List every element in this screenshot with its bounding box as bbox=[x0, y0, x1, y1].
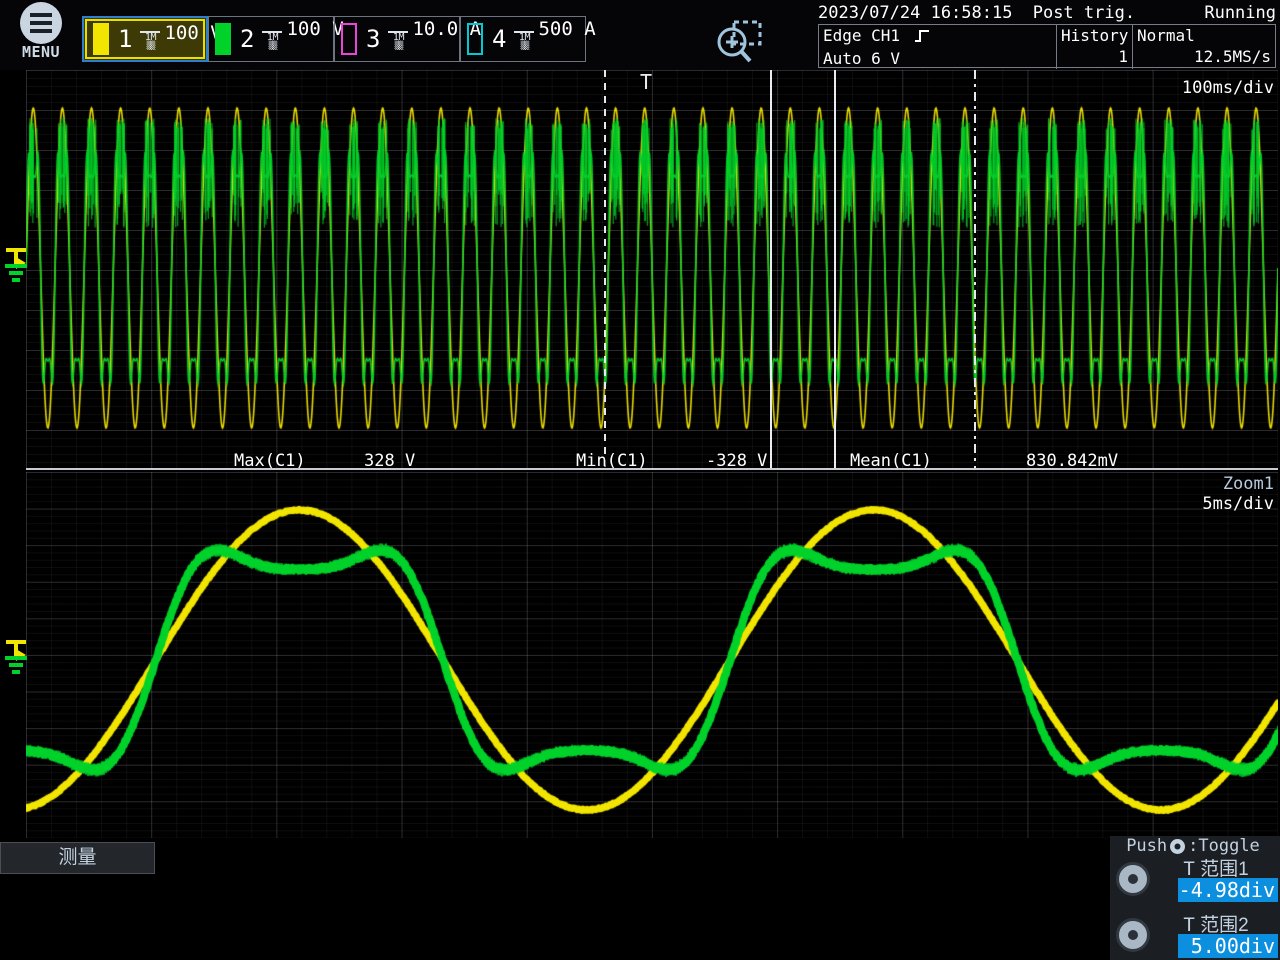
trigger-position-line[interactable] bbox=[604, 70, 606, 470]
knob-range1-value[interactable]: -4.98div bbox=[1178, 878, 1278, 902]
channel-badge-3[interactable]: 3 1M ▒▒ 10.0 A bbox=[334, 16, 460, 62]
menu-button[interactable]: MENU bbox=[8, 2, 74, 68]
main-waveform-area[interactable]: T 100ms/div Max(C1)328 V Max(C2)303 V Fr… bbox=[26, 70, 1278, 470]
channel-1-color-swatch bbox=[93, 23, 109, 55]
hamburger-icon bbox=[20, 2, 62, 44]
channel-badge-1[interactable]: 1 1M ▒▒ 100 V bbox=[82, 16, 208, 62]
rotary-knob-icon[interactable] bbox=[1116, 862, 1150, 896]
channel-3-coupling-icon: 1M ▒▒ bbox=[388, 31, 408, 48]
history-label: History bbox=[1061, 25, 1128, 46]
ground-marker-zoom[interactable] bbox=[4, 640, 28, 674]
channel-2-color-swatch bbox=[215, 23, 231, 55]
acquisition-cell[interactable]: Normal 12.5MS/s bbox=[1133, 25, 1275, 69]
history-cell[interactable]: History 1 bbox=[1057, 25, 1133, 69]
channel-1-coupling-icon: 1M ▒▒ bbox=[140, 31, 160, 48]
knob-assignment-panel: Push :Toggle T 范围1 -4.98div T 范围2 5.00di… bbox=[1110, 836, 1280, 960]
channel-2-number: 2 bbox=[240, 25, 254, 53]
trigger-level-label: Auto 6 V bbox=[823, 48, 1052, 69]
wave-area-divider bbox=[26, 468, 1278, 470]
rotary-knob-icon bbox=[1169, 838, 1186, 855]
channel-3-number: 3 bbox=[366, 25, 380, 53]
bottom-menu-bar: 模式 OFF ON 项目设置 指示器 OFF 基准电平值 统计 OFF bbox=[0, 872, 1280, 960]
rotary-knob-icon[interactable] bbox=[1116, 918, 1150, 952]
push-label: Push bbox=[1126, 836, 1167, 856]
rising-edge-icon bbox=[914, 27, 930, 48]
trigger-settings-cell[interactable]: Edge CH1 Auto 6 V bbox=[819, 25, 1057, 69]
zoom-waveform-canvas bbox=[26, 472, 1278, 838]
knob-row-range1[interactable]: T 范围1 -4.98div bbox=[1110, 858, 1280, 900]
run-state-label: Running bbox=[1204, 3, 1276, 23]
sample-rate-label: 12.5MS/s bbox=[1137, 46, 1271, 67]
zoom-center-line[interactable] bbox=[974, 70, 976, 470]
push-suffix-label: :Toggle bbox=[1188, 836, 1260, 856]
main-waveform-canvas bbox=[26, 70, 1278, 470]
menu-label: MENU bbox=[8, 43, 74, 61]
zoom-waveform-area[interactable]: Zoom1 5ms/div bbox=[26, 472, 1278, 838]
knob-range2-value[interactable]: 5.00div bbox=[1178, 934, 1278, 958]
zoom-timebase-label: 5ms/div bbox=[1202, 494, 1274, 514]
channel-4-color-swatch bbox=[467, 23, 483, 55]
history-count: 1 bbox=[1061, 46, 1128, 67]
channel-4-scale: 500 A bbox=[538, 18, 595, 40]
knob-range1-label: T 范围1 bbox=[1154, 854, 1278, 881]
trigger-marker[interactable]: T bbox=[640, 72, 652, 92]
channel-2-coupling-icon: 1M ▒▒ bbox=[262, 31, 282, 48]
push-toggle-hint: Push :Toggle bbox=[1110, 836, 1276, 856]
channel-1-number: 1 bbox=[118, 25, 132, 53]
trigger-status-panel: 2023/07/24 16:58:15 Post trig. Running E… bbox=[818, 2, 1276, 68]
zoom-window-label: Zoom1 bbox=[1223, 474, 1274, 494]
zoom-region-icon[interactable] bbox=[712, 16, 766, 66]
acq-mode-label: Normal bbox=[1137, 25, 1271, 46]
channel-badge-4[interactable]: 4 1M ▒▒ 500 A bbox=[460, 16, 586, 62]
knob-row-range2[interactable]: T 范围2 5.00div bbox=[1110, 914, 1280, 956]
channel-badge-2[interactable]: 2 1M ▒▒ 100 V bbox=[208, 16, 334, 62]
channel-4-coupling-icon: 1M ▒▒ bbox=[514, 31, 534, 48]
channel-4-number: 4 bbox=[492, 25, 506, 53]
oscilloscope-screen: MENU 1 1M ▒▒ 100 V 2 1M ▒▒ 100 V 3 1M ▒▒… bbox=[0, 0, 1280, 960]
measure-menu-title: 测量 bbox=[0, 842, 155, 874]
datetime-and-trigpos: 2023/07/24 16:58:15 Post trig. bbox=[818, 3, 1135, 23]
knob-range2-label: T 范围2 bbox=[1154, 910, 1278, 937]
channel-3-color-swatch bbox=[341, 23, 357, 55]
trigger-position-label: Post trig. bbox=[1033, 3, 1135, 23]
zoom-region-box[interactable] bbox=[770, 70, 836, 470]
trigger-mode-label: Edge CH1 bbox=[823, 26, 900, 45]
ground-marker-ch2[interactable] bbox=[4, 248, 28, 282]
datetime-label: 2023/07/24 16:58:15 bbox=[818, 3, 1012, 23]
main-timebase-label: 100ms/div bbox=[1182, 78, 1274, 98]
top-status-bar: MENU 1 1M ▒▒ 100 V 2 1M ▒▒ 100 V 3 1M ▒▒… bbox=[0, 0, 1280, 70]
